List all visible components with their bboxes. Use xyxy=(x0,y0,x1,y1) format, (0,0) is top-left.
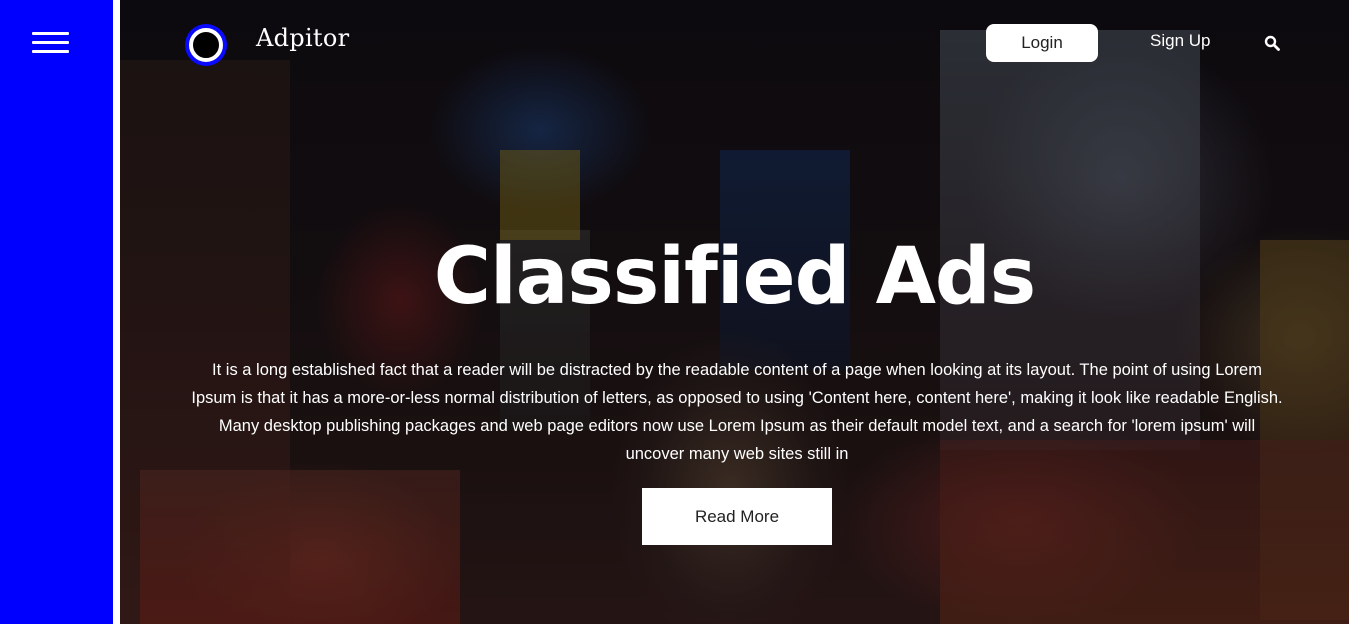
hamburger-menu-icon[interactable] xyxy=(32,30,70,56)
search-icon[interactable] xyxy=(1264,35,1280,51)
sidebar-divider xyxy=(113,0,120,624)
hero-title: Classified Ads xyxy=(433,232,1036,322)
hero-description: It is a long established fact that a rea… xyxy=(191,361,1283,463)
page: Adpitor Login Sign Up Classified Ads It … xyxy=(0,0,1349,624)
login-button[interactable]: Login xyxy=(986,24,1098,62)
signup-link[interactable]: Sign Up xyxy=(1150,31,1210,51)
sidebar xyxy=(0,0,113,624)
brand-name[interactable]: Adpitor xyxy=(256,24,349,52)
read-more-button[interactable]: Read More xyxy=(642,488,832,545)
ring-logo-icon[interactable] xyxy=(185,18,239,72)
